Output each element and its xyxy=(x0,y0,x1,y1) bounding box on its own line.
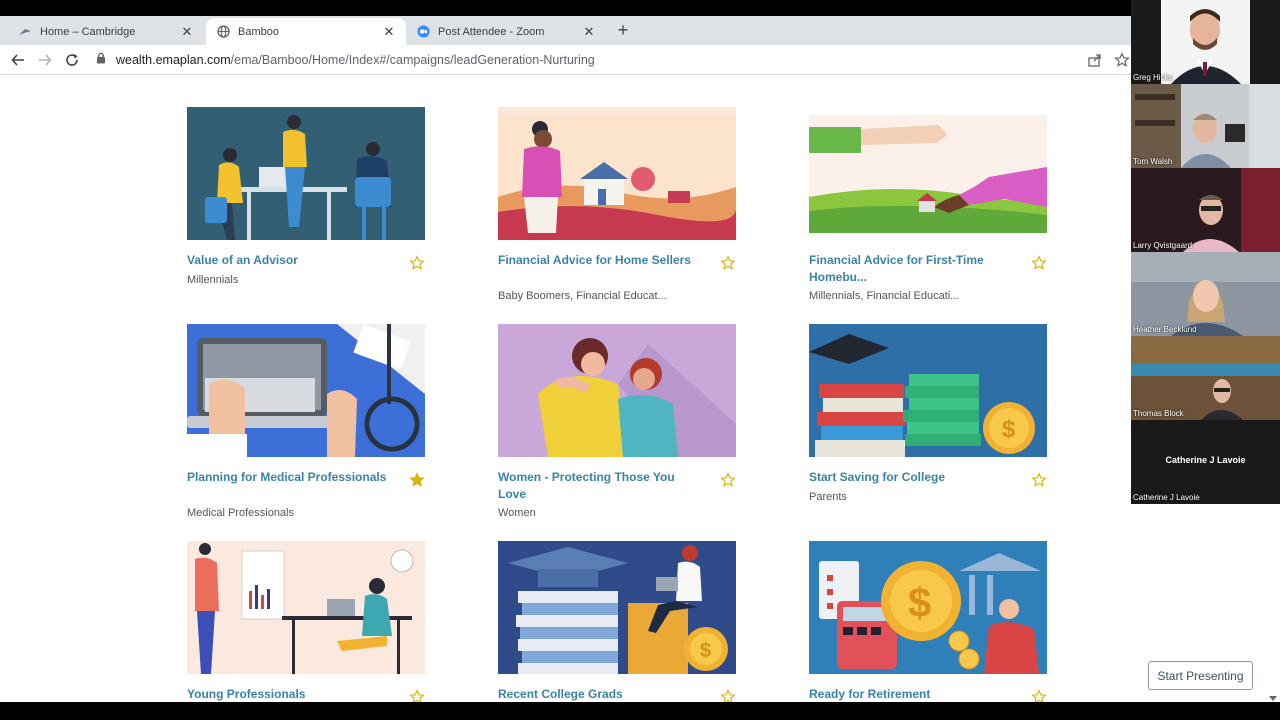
participant-video-tile[interactable]: Heather Becklund xyxy=(1131,252,1280,336)
participant-name: Tom Walsh xyxy=(1133,157,1173,166)
forward-button[interactable] xyxy=(36,51,54,69)
campaign-thumbnail-advisor[interactable] xyxy=(187,107,425,240)
campaign-card[interactable]: $ Ready for Retirement xyxy=(809,541,1047,702)
tab-label: Bamboo xyxy=(238,25,279,38)
campaign-title[interactable]: Value of an Advisor xyxy=(187,252,387,269)
participant-video xyxy=(1131,84,1280,168)
campaign-tags: Millennials, Financial Educati... xyxy=(809,290,960,302)
campaign-card[interactable]: Value of an Advisor Millennials xyxy=(187,107,425,286)
campaign-tags: Women xyxy=(498,507,536,519)
participant-video-tile[interactable]: Catherine J Lavoie Catherine J Lavoie xyxy=(1131,420,1280,504)
campaign-title[interactable]: Financial Advice for First-Time Homebu..… xyxy=(809,252,1009,285)
participant-name: Greg Hicks xyxy=(1133,73,1173,82)
campaign-thumbnail-retirement[interactable]: $ xyxy=(809,541,1047,674)
url-path: /ema/Bamboo/Home/Index#/campaigns/leadGe… xyxy=(230,52,595,67)
campaign-tags: Millennials xyxy=(187,274,239,286)
campaign-title[interactable]: Young Professionals xyxy=(187,686,387,702)
svg-text:$: $ xyxy=(1002,416,1016,443)
share-icon[interactable] xyxy=(1087,52,1103,68)
campaign-thumbnail-home-sellers[interactable] xyxy=(498,107,736,240)
close-icon[interactable]: ✕ xyxy=(382,24,396,40)
participant-name: Larry Qvistgaard xyxy=(1133,241,1193,250)
campaign-title[interactable]: Start Saving for College xyxy=(809,469,1009,486)
close-icon[interactable]: ✕ xyxy=(180,24,194,40)
participant-name: Thomas Block xyxy=(1133,409,1184,418)
address-bar: wealth.emaplan.com/ema/Bamboo/Home/Index… xyxy=(0,45,1131,75)
campaign-tags: Medical Professionals xyxy=(187,507,294,519)
participant-video xyxy=(1131,336,1280,420)
bookmark-star-icon[interactable] xyxy=(1114,52,1130,68)
participant-video-tile[interactable]: Tom Walsh xyxy=(1131,84,1280,168)
screen-bottom-border xyxy=(0,702,1280,720)
campaign-thumbnail-college-savings[interactable]: $ xyxy=(809,324,1047,457)
browser-tab-bar: Home – Cambridge ✕ Bamboo ✕ Post Attende… xyxy=(0,16,1131,45)
zoom-logo-icon xyxy=(416,25,430,39)
campaign-thumbnail-first-time-homebuyers[interactable] xyxy=(809,107,1047,240)
favorite-star-icon[interactable] xyxy=(720,255,736,271)
svg-text:$: $ xyxy=(908,579,931,626)
participant-video-tile[interactable]: Greg Hicks xyxy=(1131,0,1280,84)
cambridge-logo-icon xyxy=(18,25,32,39)
participant-video-tile[interactable]: Larry Qvistgaard xyxy=(1131,168,1280,252)
campaign-thumbnail-women[interactable] xyxy=(498,324,736,457)
campaign-tags: Baby Boomers, Financial Educat... xyxy=(498,290,667,302)
campaign-title[interactable]: Women - Protecting Those You Love xyxy=(498,469,698,502)
campaign-thumbnail-young-professionals[interactable] xyxy=(187,541,425,674)
close-icon[interactable]: ✕ xyxy=(582,24,596,40)
participant-name-placeholder: Catherine J Lavoie xyxy=(1165,455,1246,465)
tab-bamboo[interactable]: Bamboo ✕ xyxy=(206,18,406,45)
favorite-star-icon[interactable] xyxy=(1031,689,1047,702)
start-presenting-button[interactable]: Start Presenting xyxy=(1148,661,1253,690)
url-field[interactable]: wealth.emaplan.com/ema/Bamboo/Home/Index… xyxy=(96,52,595,67)
campaign-card[interactable]: Financial Advice for Home Sellers Baby B… xyxy=(498,107,736,302)
campaign-card[interactable]: Young Professionals xyxy=(187,541,425,702)
participant-video xyxy=(1131,168,1280,252)
tab-label: Post Attendee - Zoom xyxy=(438,25,545,38)
campaign-tags: Parents xyxy=(809,491,847,503)
favorite-star-icon[interactable] xyxy=(720,689,736,702)
svg-text:$: $ xyxy=(700,640,711,662)
campaign-card[interactable]: Planning for Medical Professionals Medic… xyxy=(187,324,425,519)
campaign-card[interactable]: $ Start Saving for College Parents xyxy=(809,324,1047,503)
campaign-thumbnail-college-grads[interactable]: $ xyxy=(498,541,736,674)
scroll-down-arrow-icon[interactable] xyxy=(1268,690,1278,701)
campaign-card[interactable]: Women - Protecting Those You Love Women xyxy=(498,324,736,519)
participant-video-tile[interactable]: Thomas Block xyxy=(1131,336,1280,420)
globe-icon xyxy=(216,25,230,39)
favorite-star-icon[interactable] xyxy=(1031,472,1047,488)
reload-button[interactable] xyxy=(63,51,81,69)
campaign-card[interactable]: $ Recent College Grads xyxy=(498,541,736,702)
participant-video xyxy=(1131,0,1280,84)
campaign-gallery: Value of an Advisor Millennials Financia… xyxy=(0,75,1131,702)
tab-label: Home – Cambridge xyxy=(40,25,136,38)
favorite-star-icon[interactable] xyxy=(1031,255,1047,271)
campaign-title[interactable]: Financial Advice for Home Sellers xyxy=(498,252,698,269)
lock-icon xyxy=(96,52,106,67)
campaign-card[interactable]: Financial Advice for First-Time Homebu..… xyxy=(809,107,1047,302)
favorite-star-icon[interactable] xyxy=(720,472,736,488)
tab-post-attendee-zoom[interactable]: Post Attendee - Zoom ✕ xyxy=(406,18,606,45)
campaign-title[interactable]: Planning for Medical Professionals xyxy=(187,469,387,486)
url-domain: wealth.emaplan.com xyxy=(116,52,231,67)
favorite-star-icon[interactable] xyxy=(409,689,425,702)
new-tab-button[interactable]: + xyxy=(614,20,632,40)
back-button[interactable] xyxy=(9,51,27,69)
favorite-star-icon[interactable] xyxy=(409,255,425,271)
campaign-title[interactable]: Recent College Grads xyxy=(498,686,698,702)
zoom-participant-gallery: Greg Hicks Tom Walsh Larry Qvistgaard He… xyxy=(1131,0,1280,504)
campaign-thumbnail-medical-professionals[interactable] xyxy=(187,324,425,457)
screen-top-border xyxy=(0,0,1131,16)
participant-video xyxy=(1131,252,1280,336)
campaign-title[interactable]: Ready for Retirement xyxy=(809,686,1009,702)
tab-home-cambridge[interactable]: Home – Cambridge ✕ xyxy=(8,18,204,45)
favorite-star-icon[interactable] xyxy=(409,472,425,488)
participant-name: Heather Becklund xyxy=(1133,325,1197,334)
participant-name: Catherine J Lavoie xyxy=(1133,493,1200,502)
